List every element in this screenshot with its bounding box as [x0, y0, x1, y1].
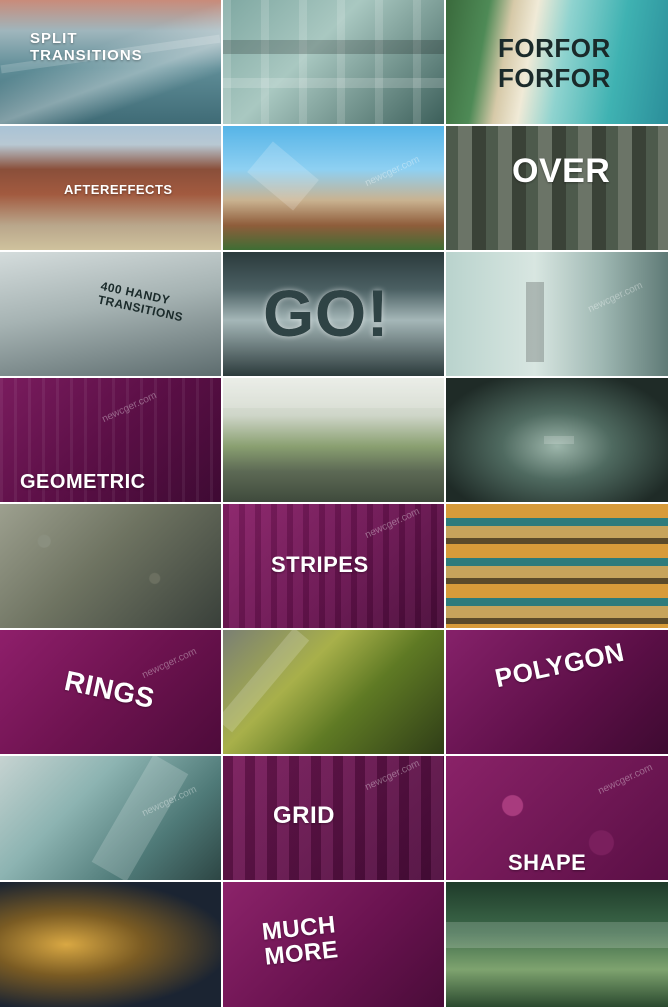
tile-jungle — [446, 882, 668, 1007]
watermark-text: newcger.com — [100, 390, 159, 425]
tile-caption: FORFOR FORFOR — [498, 33, 611, 93]
tile-caption: POLYGON — [492, 636, 627, 694]
tile-beach-forfor: FORFOR FORFOR — [446, 0, 668, 124]
tile-lights — [0, 882, 221, 1007]
tile-office — [223, 378, 444, 502]
watermark-text: newcger.com — [363, 758, 422, 793]
tile-much-more: MUCH MORE — [223, 882, 444, 1007]
tile-caption: STRIPES — [271, 552, 369, 577]
tile-after-effects: AFTEREFFECTS — [0, 126, 221, 250]
tile-over: OVER — [446, 126, 668, 250]
tile-architecture: newcger.com — [0, 756, 221, 880]
tile-interior-strips — [223, 0, 444, 124]
tile-polygon: POLYGON — [446, 630, 668, 754]
tile-rings: RINGS newcger.com — [0, 630, 221, 754]
watermark-text: newcger.com — [363, 154, 422, 189]
tile-geometric: GEOMETRIC newcger.com — [0, 378, 221, 502]
tile-caption: SPLIT TRANSITIONS — [30, 30, 143, 65]
tile-living-room: newcger.com — [446, 252, 668, 376]
tile-caption: MUCH MORE — [260, 911, 340, 971]
tile-split-transitions: SPLIT TRANSITIONS — [0, 0, 221, 124]
tile-caption: OVER — [512, 152, 611, 190]
thumbnail-grid: SPLIT TRANSITIONS FORFOR FORFOR AFTEREFF… — [0, 0, 668, 1007]
tile-pebbles — [0, 504, 221, 628]
tile-caption: GRID — [273, 802, 335, 829]
tile-grid: GRID newcger.com — [223, 756, 444, 880]
tile-stripes: STRIPES newcger.com — [223, 504, 444, 628]
watermark-text: newcger.com — [140, 646, 199, 681]
tile-house: newcger.com — [223, 126, 444, 250]
watermark-text: newcger.com — [596, 762, 655, 797]
tile-shape: SHAPE newcger.com — [446, 756, 668, 880]
tile-400-handy-transitions: 400 HANDY TRANSITIONS — [0, 252, 221, 376]
tile-go: GO! — [223, 252, 444, 376]
watermark-text: newcger.com — [586, 280, 645, 315]
tile-forest-aerial — [223, 630, 444, 754]
tile-caption: GO! — [263, 276, 390, 350]
watermark-text: newcger.com — [363, 506, 422, 541]
tile-caption: AFTEREFFECTS — [64, 182, 173, 197]
tile-caption: GEOMETRIC — [20, 471, 146, 493]
tile-caption: 400 HANDY TRANSITIONS — [96, 278, 185, 325]
tile-caption: SHAPE — [508, 850, 587, 875]
tile-desert-strips — [446, 504, 668, 628]
tile-corridor — [446, 378, 668, 502]
